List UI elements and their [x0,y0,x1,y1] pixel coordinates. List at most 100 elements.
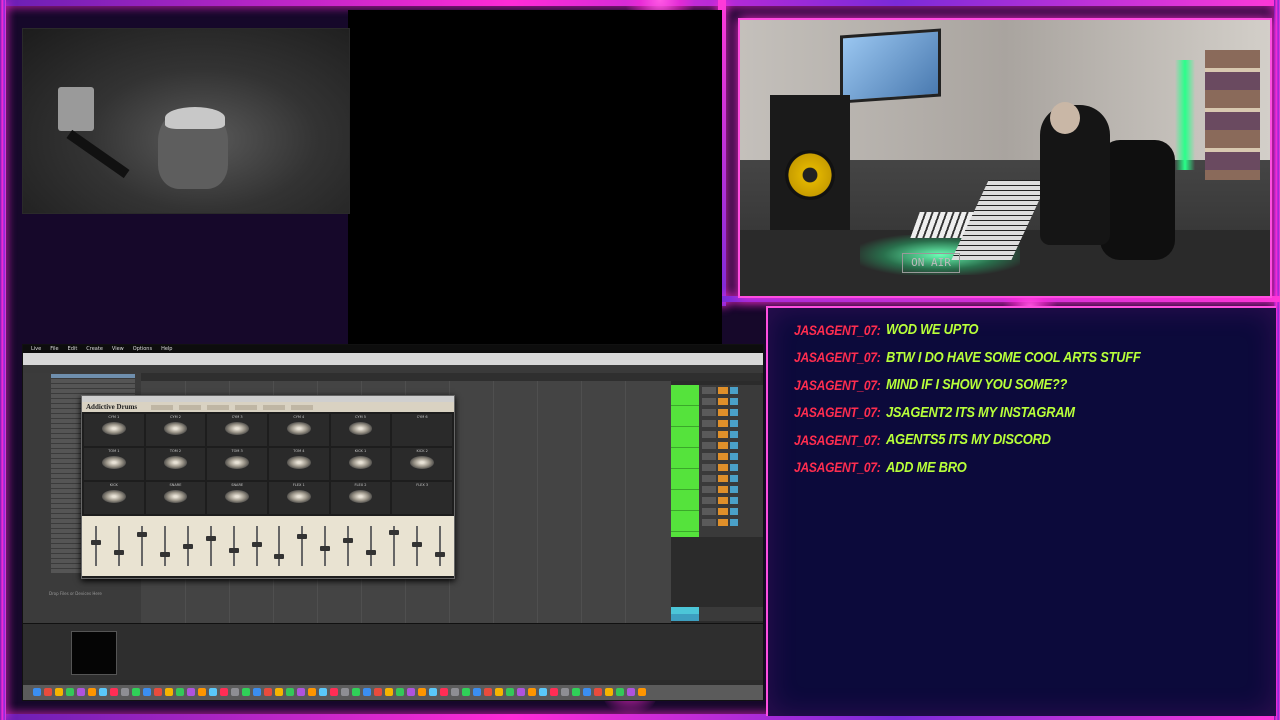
dock-app-icon[interactable] [440,688,448,696]
dock-app-icon[interactable] [341,688,349,696]
track-input[interactable] [702,475,716,482]
track-volume[interactable] [718,420,728,427]
track-header[interactable] [671,385,699,406]
dock-app-icon[interactable] [143,688,151,696]
track-volume[interactable] [718,387,728,394]
dock-app-icon[interactable] [99,688,107,696]
fader-handle[interactable] [251,542,262,547]
dock-app-icon[interactable] [88,688,96,696]
dock-app-icon[interactable] [550,688,558,696]
track-pan[interactable] [730,442,738,449]
kit-slot[interactable]: TOM 3 [207,448,267,480]
track-pan[interactable] [730,475,738,482]
track-pan[interactable] [730,453,738,460]
kit-slot[interactable]: TOM 1 [84,448,144,480]
menu-item[interactable]: File [50,345,58,353]
kit-slot[interactable]: KICK 1 [330,448,391,480]
dock-app-icon[interactable] [374,688,382,696]
fader-handle[interactable] [412,542,423,547]
kit-slot[interactable]: KICK [84,482,144,514]
kit-slot[interactable]: CYM 2 [145,414,206,446]
dock-app-icon[interactable] [506,688,514,696]
dock-app-icon[interactable] [286,688,294,696]
track-input[interactable] [702,409,716,416]
dock-app-icon[interactable] [605,688,613,696]
track-volume[interactable] [718,464,728,471]
track-input[interactable] [702,398,716,405]
dock-app-icon[interactable] [462,688,470,696]
kit-slot[interactable]: TOM 2 [145,448,206,480]
track-volume[interactable] [718,442,728,449]
fader-handle[interactable] [228,548,239,553]
dock-app-icon[interactable] [55,688,63,696]
track-input[interactable] [702,464,716,471]
track-pan[interactable] [730,508,738,515]
track-pan[interactable] [730,398,738,405]
track-input[interactable] [702,486,716,493]
dock-app-icon[interactable] [616,688,624,696]
menu-item[interactable]: Live [31,345,41,353]
track-volume[interactable] [718,409,728,416]
track-input[interactable] [702,497,716,504]
dock-app-icon[interactable] [187,688,195,696]
track-volume[interactable] [718,508,728,515]
kit-slot[interactable]: FLEX 3 [392,482,452,514]
kit-slot[interactable]: SNARE [207,482,267,514]
dock-app-icon[interactable] [297,688,305,696]
dock-app-icon[interactable] [253,688,261,696]
track-pan[interactable] [730,519,738,526]
track-volume[interactable] [718,519,728,526]
dock-app-icon[interactable] [418,688,426,696]
track-input[interactable] [702,519,716,526]
track-volume[interactable] [718,497,728,504]
menu-item[interactable]: View [112,345,124,353]
track-input[interactable] [702,453,716,460]
fader-handle[interactable] [343,538,354,543]
dock-app-icon[interactable] [154,688,162,696]
dock-app-icon[interactable] [561,688,569,696]
fader-handle[interactable] [274,554,285,559]
menu-item[interactable]: Help [161,345,172,353]
track-pan[interactable] [730,464,738,471]
dock-app-icon[interactable] [539,688,547,696]
fader-handle[interactable] [320,546,331,551]
dock-app-icon[interactable] [77,688,85,696]
fader-handle[interactable] [113,550,124,555]
dock-app-icon[interactable] [627,688,635,696]
track-volume[interactable] [718,475,728,482]
track-pan[interactable] [730,387,738,394]
fader-handle[interactable] [366,550,377,555]
kit-slot[interactable]: KICK 2 [392,448,452,480]
dock-app-icon[interactable] [165,688,173,696]
dock-app-icon[interactable] [407,688,415,696]
track-header[interactable] [671,448,699,469]
track-input[interactable] [702,387,716,394]
browser-row[interactable] [51,374,135,378]
fader-handle[interactable] [159,552,170,557]
track-volume[interactable] [718,453,728,460]
dock-app-icon[interactable] [363,688,371,696]
dock-app-icon[interactable] [264,688,272,696]
dock-app-icon[interactable] [396,688,404,696]
track-pan[interactable] [730,409,738,416]
dock-app-icon[interactable] [517,688,525,696]
menu-item[interactable]: Create [86,345,103,353]
track-header[interactable] [671,511,699,532]
kit-slot[interactable]: SNARE [145,482,206,514]
dock-app-icon[interactable] [33,688,41,696]
dock-app-icon[interactable] [198,688,206,696]
track-input[interactable] [702,442,716,449]
browser-row[interactable] [51,379,135,383]
dock-app-icon[interactable] [275,688,283,696]
dock-app-icon[interactable] [594,688,602,696]
fader-handle[interactable] [90,540,101,545]
fader-handle[interactable] [389,530,400,535]
dock-app-icon[interactable] [220,688,228,696]
dock-app-icon[interactable] [330,688,338,696]
kit-slot[interactable]: FLEX 2 [330,482,391,514]
dock-app-icon[interactable] [583,688,591,696]
dock-app-icon[interactable] [132,688,140,696]
track-pan[interactable] [730,420,738,427]
dock-app-icon[interactable] [638,688,646,696]
track-header[interactable] [671,490,699,511]
